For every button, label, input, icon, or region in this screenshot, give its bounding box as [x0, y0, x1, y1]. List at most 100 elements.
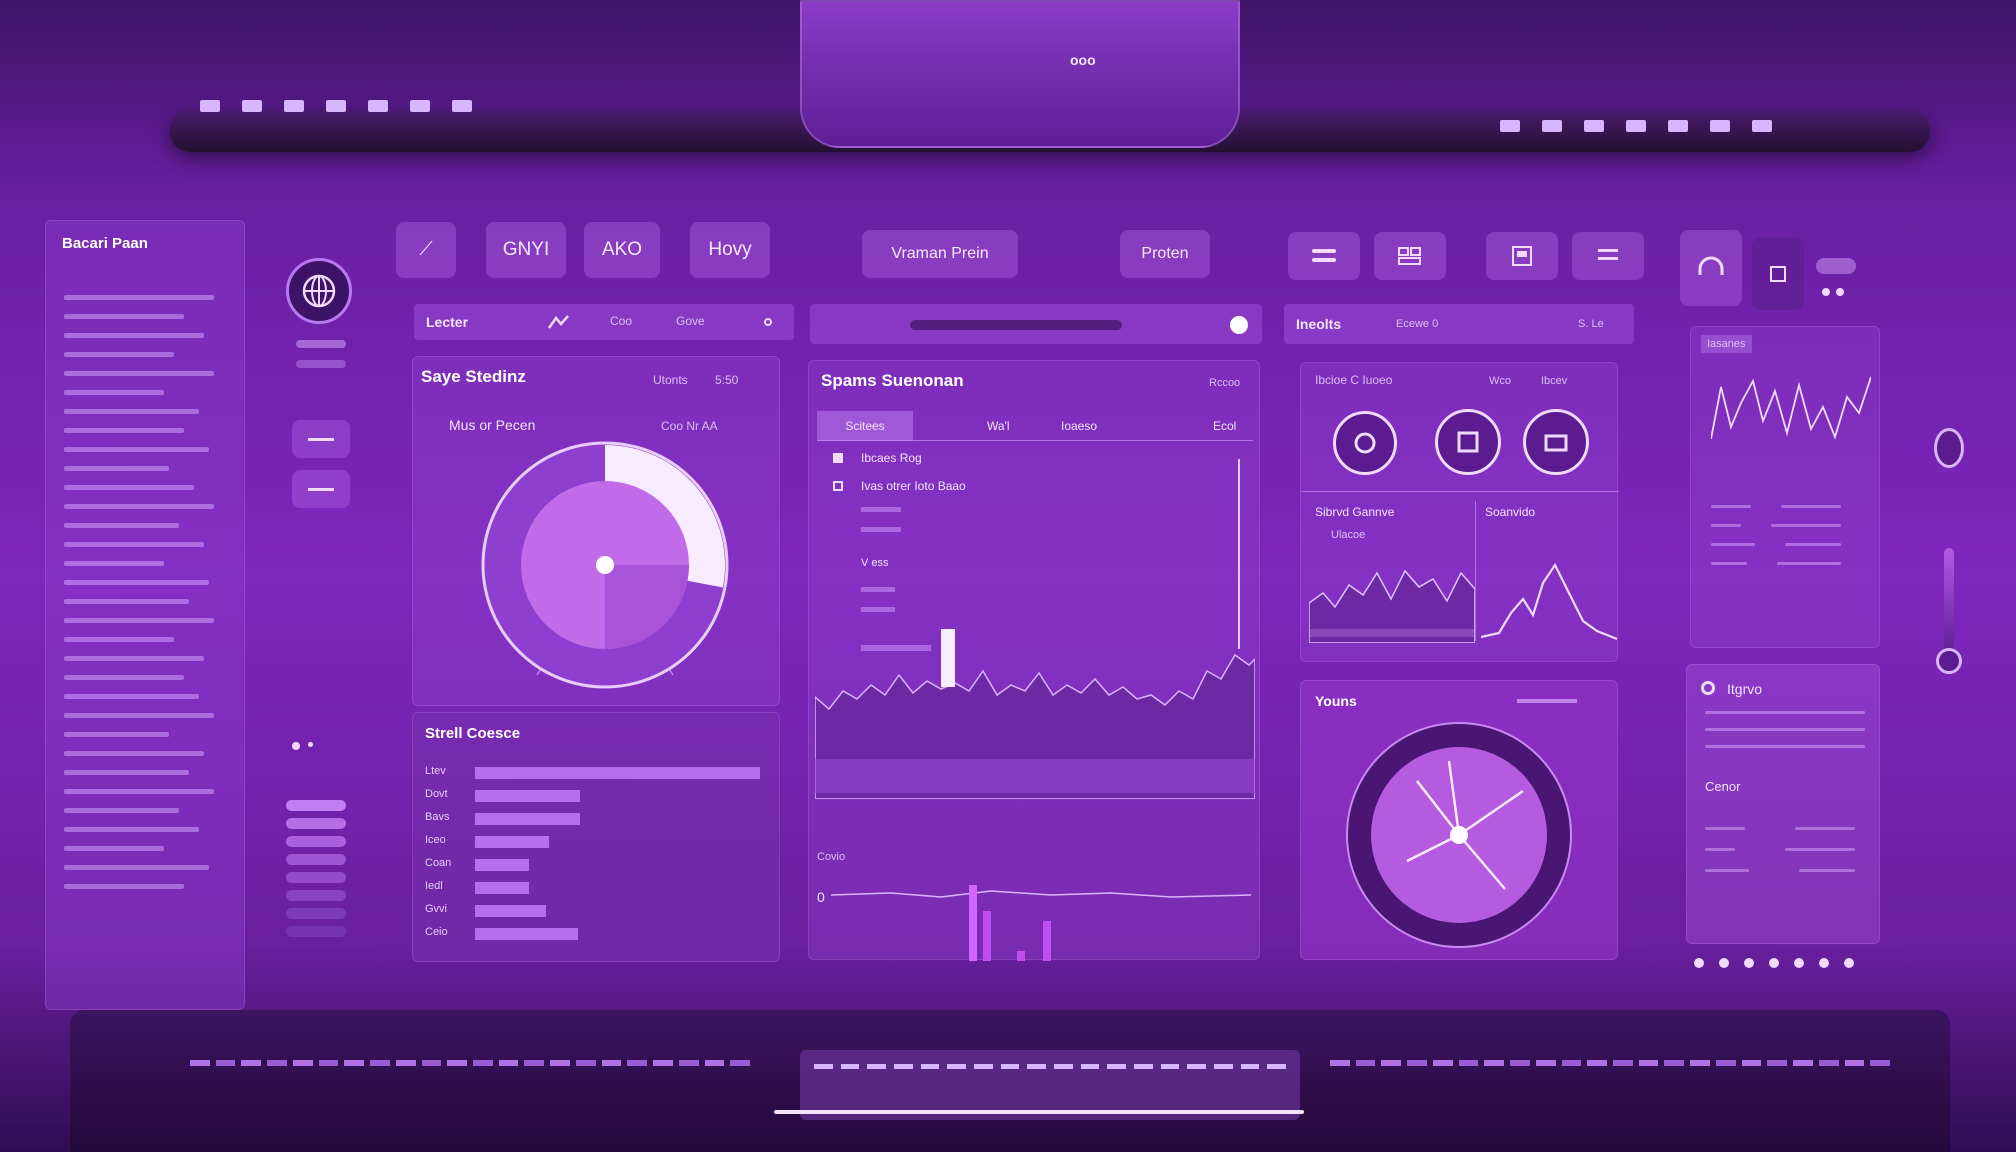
device-icon[interactable]	[1752, 238, 1804, 310]
bar-label: Coan	[425, 857, 452, 869]
mini-chart-1-title: Sibrvd Gannve	[1315, 505, 1395, 519]
area-chart-highlight	[941, 629, 955, 687]
mini-line-chart-2	[1481, 562, 1617, 641]
right-list-title-2: Cenor	[1705, 779, 1741, 794]
globe-icon[interactable]	[286, 258, 352, 324]
area-chart-axis-strip	[815, 759, 1255, 793]
panel-c-header-title: Ineolts	[1296, 316, 1342, 332]
control-bar-2[interactable]	[296, 360, 346, 368]
bar-mark	[475, 813, 581, 825]
area-chart	[815, 459, 1255, 799]
right-edge-knob-1[interactable]	[1934, 428, 1964, 468]
tab-scitees[interactable]: Scitees	[817, 411, 913, 441]
left-panel-list[interactable]	[64, 295, 234, 975]
panel-b: Spams Suenonan Rccoo Scitees Wa'l Ioaeso…	[808, 360, 1260, 961]
gauge-panel: Youns	[1300, 680, 1618, 960]
right-list-lines-2	[1705, 827, 1875, 872]
mini-chart-1-sub: Ulacoe	[1331, 529, 1366, 541]
toolbar-icon-tile[interactable]: ⟋	[396, 222, 456, 278]
right-panel-list	[1711, 505, 1871, 625]
spike-bar-4	[1043, 921, 1051, 961]
right-edge-knob-2[interactable]	[1936, 648, 1962, 674]
bar-label: Iceo	[425, 834, 446, 846]
bar-label: Dovt	[425, 788, 448, 800]
keyboard-right[interactable]	[1330, 1060, 1890, 1120]
badge-icon-2[interactable]	[1435, 409, 1501, 475]
spike-bar-1	[969, 885, 977, 961]
badge-icon-3[interactable]	[1523, 409, 1589, 475]
bar-mark	[475, 767, 760, 779]
ceiling-hood	[800, 0, 1240, 148]
menu-icon[interactable]	[1572, 232, 1644, 280]
panel-a-header-tag: Coo	[610, 314, 633, 328]
tab-wal[interactable]: Wa'l	[987, 419, 1010, 433]
badge-icon-1[interactable]	[1333, 411, 1397, 475]
toolbar-right-label[interactable]: Proten	[1120, 230, 1210, 278]
bars-panel: Strell Coesce Ltev Dovt Bavs Iceo Coan Iedl Gv…	[412, 712, 780, 962]
control-button-1[interactable]	[292, 420, 350, 458]
panel-b-status-icon[interactable]	[1230, 316, 1248, 334]
bar-mark	[475, 905, 547, 917]
bar-row: Bavs	[425, 809, 775, 829]
bar-mark	[475, 790, 581, 802]
tab-ecol[interactable]: Ecol	[1213, 419, 1236, 433]
panel-c-header-tag: Ecewe 0	[1396, 318, 1439, 330]
control-bar-1[interactable]	[296, 340, 346, 348]
right-list-title: Itgrvo	[1727, 681, 1763, 697]
bar-mark	[475, 928, 578, 940]
bar-row: Iedl	[425, 878, 775, 898]
top-icons-right	[1500, 120, 1900, 136]
top-icons-left	[200, 100, 580, 116]
tab-hovy[interactable]: Hovy	[690, 222, 770, 278]
spike-bar-2	[983, 911, 991, 961]
tab-ioaeso[interactable]: Ioaeso	[1061, 419, 1097, 433]
panel-a-header: Lecter Coo Gove	[414, 304, 794, 340]
panel-c-header-tag2: S. Le	[1578, 318, 1604, 330]
keyboard-left[interactable]	[190, 1060, 750, 1120]
right-edge-slider[interactable]	[1944, 548, 1954, 658]
bar-mark	[475, 882, 530, 894]
mini-area-chart-1	[1309, 569, 1475, 643]
gauge-chart	[1346, 722, 1572, 948]
bar-mark	[475, 859, 530, 871]
bar-row: Gvvi	[425, 901, 775, 921]
panel-b-lower-value: 0	[817, 889, 825, 905]
window-icon[interactable]	[1486, 232, 1558, 280]
panel-c-divider	[1301, 491, 1619, 492]
settings-sliders-icon[interactable]	[1288, 232, 1360, 280]
bar-row: Iceo	[425, 832, 775, 852]
panel-a-title-meta: Utonts	[653, 373, 688, 387]
headset-icon[interactable]	[1680, 230, 1742, 306]
right-panel-line-series	[1711, 376, 1871, 440]
panel-a-header-title: Lecter	[426, 314, 469, 330]
left-panel-title: Bacari Paan	[62, 235, 148, 252]
panel-c-subtitle-meta: Wco	[1489, 375, 1511, 387]
panel-b-lower-label: Covio	[817, 851, 846, 863]
bar-mark	[475, 836, 550, 848]
donut-meta: Coo Nr AA	[661, 419, 718, 433]
right-list-radio-icon[interactable]	[1701, 681, 1715, 695]
toggle-icon[interactable]	[1816, 258, 1856, 274]
left-list-panel: Bacari Paan	[45, 220, 245, 1010]
tab-ako[interactable]: AKO	[584, 222, 660, 278]
tab-gnyi[interactable]: GNYI	[486, 222, 566, 278]
right-panel-header: Iasanes	[1701, 335, 1752, 353]
stack-cylinder-icon	[286, 800, 346, 958]
gauge-center	[1450, 826, 1468, 844]
top-status-label: ooo	[1070, 52, 1096, 68]
right-panel: Iasanes	[1690, 326, 1880, 648]
grid-menu-icon[interactable]	[1374, 232, 1446, 280]
mini-area-axis-1	[1309, 629, 1475, 637]
right-list-panel: Itgrvo Cenor	[1686, 664, 1880, 944]
control-button-2[interactable]	[292, 470, 350, 508]
right-list-lines	[1705, 711, 1875, 748]
bar-row: Coan	[425, 855, 775, 875]
panel-b-title-meta: Rccoo	[1209, 377, 1241, 389]
panel-a-header-tag2: Gove	[676, 314, 705, 328]
bar-label: Ltev	[425, 765, 446, 777]
toolbar-center-label[interactable]: Vraman Prein	[862, 230, 1018, 278]
panel-b-header-bar	[810, 304, 1262, 344]
right-panel-line-chart	[1711, 376, 1871, 440]
panel-a-header-dot-icon	[764, 318, 772, 326]
bar-row: Ceio	[425, 924, 775, 944]
